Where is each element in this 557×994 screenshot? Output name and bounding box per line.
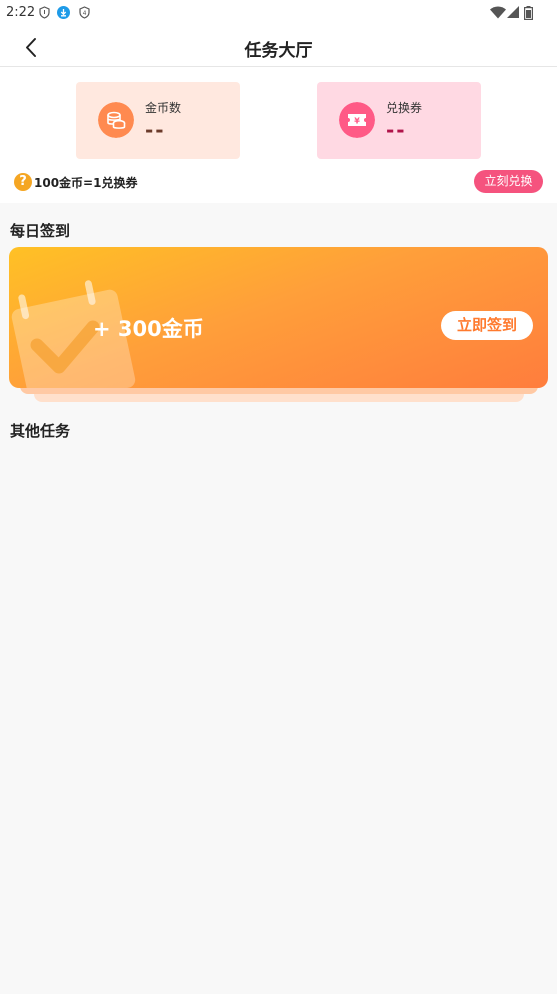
help-icon[interactable]: ?	[14, 173, 32, 191]
status-time: 2:22	[6, 5, 36, 20]
nav-bar: 任务大厅	[0, 26, 557, 67]
svg-text:4: 4	[83, 10, 87, 17]
page-title: 任务大厅	[244, 41, 313, 61]
coins-label: 金币数	[145, 101, 182, 115]
daily-checkin-card: + 300金币 立即签到	[9, 247, 548, 388]
coins-card: 金币数 --	[76, 82, 240, 159]
checkin-reward-text: + 300金币	[93, 317, 204, 341]
vouchers-card: ¥ 兑换券 --	[317, 82, 481, 159]
svg-text:¥: ¥	[354, 117, 360, 126]
exchange-rate-text: 100金币=1兑换券	[34, 176, 138, 190]
stats-area: 金币数 -- ¥ 兑换券 -- ? 100金币=1兑换券 立刻兑换	[0, 67, 557, 203]
checkin-button[interactable]: 立即签到	[441, 311, 533, 340]
download-icon	[57, 6, 70, 19]
battery-icon	[524, 6, 533, 20]
shield-icon	[39, 6, 50, 19]
signal-icon	[507, 6, 519, 18]
wifi-icon	[490, 6, 506, 19]
daily-checkin-title: 每日签到	[10, 222, 71, 240]
vouchers-label: 兑换券	[386, 101, 423, 115]
coins-icon	[98, 102, 134, 138]
badge-icon: 4	[79, 6, 90, 19]
coins-value: --	[145, 118, 166, 142]
exchange-now-button[interactable]: 立刻兑换	[474, 170, 543, 193]
vouchers-value: --	[386, 118, 407, 142]
ticket-icon: ¥	[339, 102, 375, 138]
other-tasks-title: 其他任务	[10, 422, 71, 440]
status-bar: 2:22 4	[0, 0, 557, 26]
